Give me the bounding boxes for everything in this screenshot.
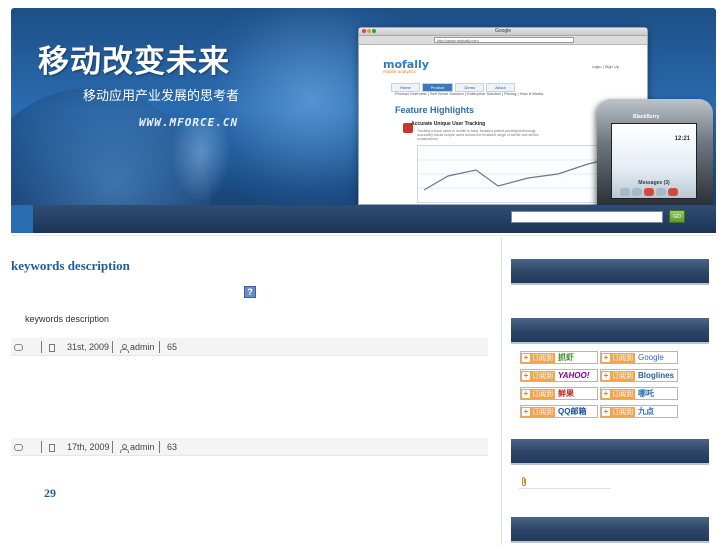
page-icon	[49, 438, 55, 456]
user-icon	[120, 338, 129, 356]
browser-window-title: Google	[494, 28, 512, 34]
column-divider	[501, 237, 502, 545]
post-excerpt: keywords description	[25, 314, 110, 324]
sidebar-widget-header	[511, 439, 709, 465]
post-view-count: 65	[167, 342, 178, 352]
post-meta-bar: 31st, 2009 admin 65	[11, 338, 488, 356]
subscribe-label: 订阅到	[521, 353, 555, 363]
browser-subnav: Product Overview | Self Serve Solution |…	[395, 91, 544, 96]
browser-titlebar: Google	[359, 28, 647, 36]
banner-accent-block	[11, 205, 33, 233]
phone-app-icons	[620, 188, 680, 198]
subscribe-label: 订阅到	[601, 371, 635, 381]
analytics-graph	[417, 145, 618, 203]
browser-address-field: http://www.mobally.com	[434, 37, 574, 43]
blackberry-phone: BlackBerry 12:21 Messages (3)	[597, 99, 713, 205]
subscribe-label: 订阅到	[521, 407, 555, 417]
subscribe-bloglines-button[interactable]: 订阅到Bloglines	[600, 369, 678, 382]
subscribe-label: 订阅到	[521, 389, 555, 399]
site-title: 移动改变未来	[38, 44, 230, 80]
phone-time: 12:21	[674, 136, 690, 142]
post-date: 31st, 2009	[67, 342, 110, 352]
sidebar-widget-header	[511, 517, 709, 543]
mofally-logo: mofally mobile analytics	[383, 58, 429, 74]
comment-icon[interactable]	[14, 338, 23, 356]
browser-login-links: Login | Sign Up	[591, 64, 619, 69]
phone-screen: 12:21 Messages (3)	[611, 123, 697, 199]
feed-service-name: 九点	[638, 407, 654, 416]
site-url: WWW.MFORCE.CN	[139, 116, 239, 129]
subscribe-yahoo-button[interactable]: 订阅到YAHOO!	[520, 369, 598, 382]
pagination-page[interactable]: 29	[44, 486, 56, 501]
feed-service-name: 抓虾	[558, 353, 574, 362]
phone-brand: BlackBerry	[633, 114, 660, 120]
subscribe-jiudian-button[interactable]: 订阅到九点	[600, 405, 678, 418]
browser-toolbar: http://www.mobally.com	[359, 36, 647, 45]
post-author-link[interactable]: admin	[130, 438, 155, 456]
header-banner: 移动改变未来 移动应用产业发展的思考者 WWW.MFORCE.CN Google…	[11, 8, 716, 233]
subscribe-qqmail-button[interactable]: 订阅到QQ邮箱	[520, 405, 598, 418]
feature-description: Tracking unique users in mobile is hard.…	[417, 129, 539, 141]
analytics-graph-line	[418, 157, 618, 191]
subscribe-label: 订阅到	[521, 371, 555, 381]
broken-image-icon: ?	[244, 286, 256, 298]
subscribe-label: 订阅到	[601, 407, 635, 417]
feed-service-name: 哪吒	[638, 389, 654, 398]
subscribe-nazha-button[interactable]: 订阅到哪吒	[600, 387, 678, 400]
page-icon	[49, 338, 55, 356]
feed-service-name: 鲜果	[558, 389, 574, 398]
site-subtitle: 移动应用产业发展的思考者	[83, 89, 240, 104]
subscribe-zhuaxia-button[interactable]: 订阅到抓虾	[520, 351, 598, 364]
window-buttons	[362, 29, 377, 35]
post-title-link[interactable]: keywords description	[11, 258, 130, 274]
subscribe-google-button[interactable]: 订阅到Google	[600, 351, 678, 364]
feed-service-name: Google	[638, 353, 664, 362]
search-button[interactable]: GO	[669, 210, 685, 223]
post-meta-bar: 17th, 2009 admin 63	[11, 438, 488, 456]
post-view-count: 63	[167, 442, 178, 452]
feed-service-name: Bloglines	[638, 371, 675, 380]
feed-service-name: YAHOO!	[558, 371, 590, 380]
sidebar-link-divider	[519, 488, 611, 489]
search-input[interactable]	[511, 211, 663, 223]
header-divider	[11, 235, 716, 236]
feature-heading: Feature Highlights	[395, 105, 475, 115]
sidebar-widget-header	[511, 318, 709, 344]
post-date: 17th, 2009	[67, 442, 110, 452]
subscribe-label: 订阅到	[601, 389, 635, 399]
sidebar-widget-header	[511, 259, 709, 285]
post-author-link[interactable]: admin	[130, 338, 155, 356]
subscribe-xianguo-button[interactable]: 订阅到鲜果	[520, 387, 598, 400]
subscribe-label: 订阅到	[601, 353, 635, 363]
comment-icon[interactable]	[14, 438, 23, 456]
feed-service-name: QQ邮箱	[558, 407, 587, 416]
phone-messages: Messages (3)	[638, 180, 670, 186]
statue-graphic	[171, 118, 231, 203]
paperclip-icon-glyph	[522, 477, 526, 486]
feature-title: Accurate Unique User Tracking	[411, 121, 486, 127]
user-icon	[120, 438, 129, 456]
